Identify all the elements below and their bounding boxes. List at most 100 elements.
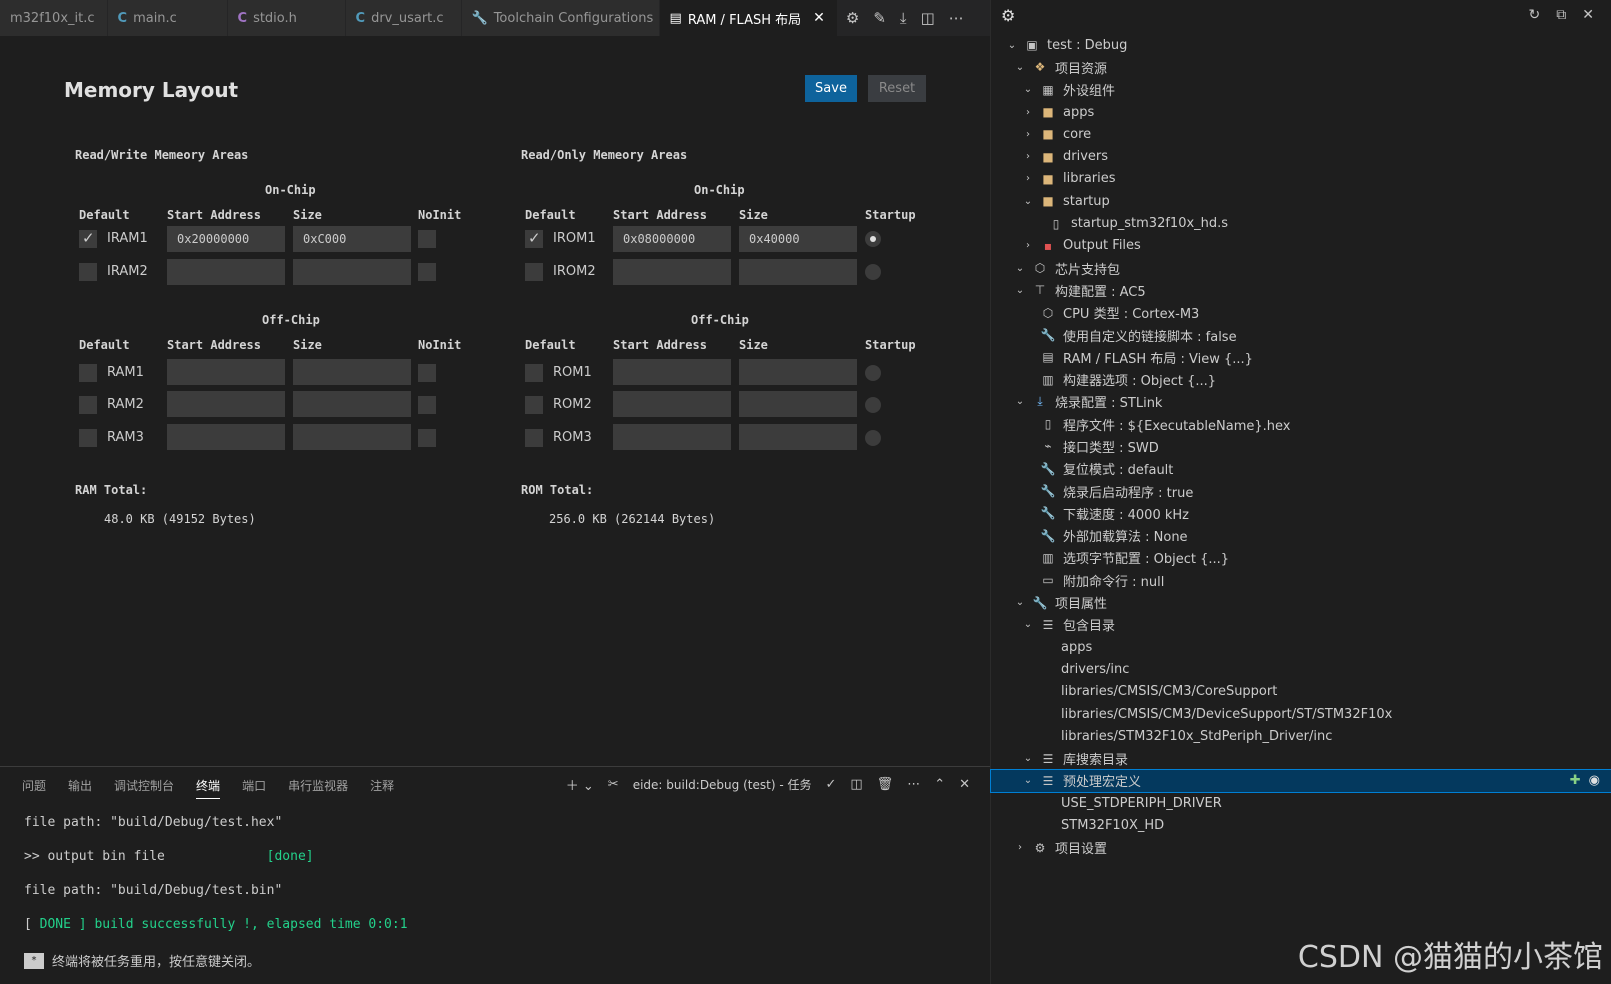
- rom1-start-input[interactable]: [613, 359, 731, 385]
- tree-item[interactable]: ⌄ ■ startup: [991, 190, 1611, 212]
- chevron-down-icon[interactable]: ⌄: [1021, 753, 1035, 764]
- chevron-right-icon[interactable]: ›: [1021, 240, 1035, 251]
- tree-item[interactable]: ▯ 程序文件 : ${ExecutableName}.hex: [991, 413, 1611, 435]
- ram2-size-input[interactable]: [293, 391, 411, 417]
- tab-ram-flash-layout[interactable]: ▤ RAM / FLASH 布局 ✕: [659, 0, 838, 36]
- chevron-down-icon[interactable]: ⌄: [1013, 285, 1027, 296]
- tab-stm32f10x-it[interactable]: m32f10x_it.c: [0, 0, 108, 36]
- tree-item[interactable]: › ▪ Output Files: [991, 235, 1611, 257]
- irom1-default-checkbox[interactable]: [525, 229, 543, 248]
- tab-stdio-h[interactable]: C stdio.h: [227, 0, 346, 36]
- irom1-startup-radio[interactable]: [865, 231, 881, 247]
- irom2-size-input[interactable]: [739, 259, 857, 285]
- ram1-noinit-checkbox[interactable]: [418, 364, 436, 382]
- tree-item[interactable]: ▥ 选项字节配置 : Object {...}: [991, 547, 1611, 569]
- close-icon[interactable]: ✕: [813, 10, 825, 26]
- tree-item[interactable]: libraries/CMSIS/CM3/CoreSupport: [991, 681, 1611, 703]
- iram1-noinit-checkbox[interactable]: [418, 230, 436, 248]
- tree-item[interactable]: ⌄ ⤓ 烧录配置 : STLink: [991, 391, 1611, 413]
- gear-icon[interactable]: ⚙: [1001, 6, 1015, 25]
- rom3-startup-radio[interactable]: [865, 430, 881, 446]
- split-editor-icon[interactable]: ◫: [921, 9, 935, 27]
- close-icon[interactable]: ✕: [959, 777, 970, 792]
- chevron-up-icon[interactable]: ⌃: [934, 777, 945, 792]
- chevron-down-icon[interactable]: ⌄: [1021, 619, 1035, 630]
- tree-item[interactable]: 🔧 烧录后启动程序 : true: [991, 480, 1611, 502]
- tree-item[interactable]: ⌁ 接口类型 : SWD: [991, 435, 1611, 457]
- tree-item[interactable]: › ■ drivers: [991, 145, 1611, 167]
- chevron-right-icon[interactable]: ›: [1013, 842, 1027, 853]
- trash-icon[interactable]: 🗑: [877, 777, 894, 792]
- ram3-start-input[interactable]: [167, 424, 285, 450]
- reset-button[interactable]: Reset: [868, 75, 926, 102]
- tree-item[interactable]: libraries/STM32F10x_StdPeriph_Driver/inc: [991, 725, 1611, 747]
- ram2-default-checkbox[interactable]: [79, 396, 97, 414]
- tree-item[interactable]: › ■ libraries: [991, 168, 1611, 190]
- download-icon[interactable]: ⤓: [900, 9, 907, 27]
- tree-item[interactable]: apps: [991, 636, 1611, 658]
- rom2-default-checkbox[interactable]: [525, 396, 543, 414]
- rom1-startup-radio[interactable]: [865, 365, 881, 381]
- more-icon[interactable]: ⋯: [949, 9, 964, 27]
- refresh-icon[interactable]: ↻: [1529, 7, 1541, 23]
- tree-item[interactable]: ⌄ ☰ 库搜索目录: [991, 748, 1611, 770]
- tree-item[interactable]: ⌄ ☰ 预处理宏定义 ✚ ◉: [990, 768, 1611, 794]
- tree-item[interactable]: ⌄ ▦ 外设组件: [991, 79, 1611, 101]
- tree-item[interactable]: ⌄ ❖ 项目资源: [991, 56, 1611, 78]
- open-workspace-icon[interactable]: ⧉: [1556, 7, 1566, 23]
- iram2-noinit-checkbox[interactable]: [418, 263, 436, 281]
- terminal-task-label[interactable]: eide: build:Debug (test) - 任务: [633, 776, 812, 793]
- iram1-default-checkbox[interactable]: [79, 229, 97, 248]
- panel-tab-ports[interactable]: 端口: [242, 777, 266, 799]
- build-icon[interactable]: ⚙: [846, 9, 859, 27]
- panel-tab-problems[interactable]: 问题: [22, 777, 46, 799]
- chevron-right-icon[interactable]: ›: [1021, 173, 1035, 184]
- rom1-default-checkbox[interactable]: [525, 364, 543, 382]
- more-icon[interactable]: ⋯: [907, 777, 920, 792]
- chevron-down-icon[interactable]: ⌄: [1013, 597, 1027, 608]
- iram2-default-checkbox[interactable]: [79, 263, 97, 281]
- tree-item[interactable]: ▯ startup_stm32f10x_hd.s: [991, 212, 1611, 234]
- irom1-size-input[interactable]: 0x40000: [739, 226, 857, 252]
- iram1-size-input[interactable]: 0xC000: [293, 226, 411, 252]
- ram3-size-input[interactable]: [293, 424, 411, 450]
- iram2-start-input[interactable]: [167, 259, 285, 285]
- ram1-default-checkbox[interactable]: [79, 364, 97, 382]
- tree-item[interactable]: ⌄ ▣ test : Debug: [991, 34, 1611, 56]
- ram1-start-input[interactable]: [167, 359, 285, 385]
- panel-tab-debug-console[interactable]: 调试控制台: [114, 777, 174, 799]
- chevron-down-icon[interactable]: ⌄: [1005, 40, 1019, 51]
- close-icon[interactable]: ✕: [1582, 7, 1594, 23]
- tree-item[interactable]: ⌄ ☰ 包含目录: [991, 614, 1611, 636]
- rom2-startup-radio[interactable]: [865, 397, 881, 413]
- chevron-down-icon[interactable]: ⌄: [1013, 396, 1027, 407]
- irom2-start-input[interactable]: [613, 259, 731, 285]
- rom3-start-input[interactable]: [613, 424, 731, 450]
- rom2-size-input[interactable]: [739, 391, 857, 417]
- tree-item[interactable]: › ■ apps: [991, 101, 1611, 123]
- tree-item[interactable]: › ■ core: [991, 123, 1611, 145]
- tree-item[interactable]: ⌄ ⬡ 芯片支持包: [991, 257, 1611, 279]
- eye-icon[interactable]: ◉: [1589, 773, 1600, 788]
- panel-tab-terminal[interactable]: 终端: [196, 777, 221, 799]
- irom2-startup-radio[interactable]: [865, 264, 881, 280]
- new-terminal-icon[interactable]: ＋ ⌄: [566, 775, 594, 794]
- chevron-down-icon[interactable]: ⌄: [1013, 263, 1027, 274]
- tree-item[interactable]: ▥ 构建器选项 : Object {...}: [991, 368, 1611, 390]
- tree-item[interactable]: 🔧 使用自定义的链接脚本 : false: [991, 324, 1611, 346]
- tree-item[interactable]: ⌄ ⊤ 构建配置 : AC5: [991, 279, 1611, 301]
- ram2-noinit-checkbox[interactable]: [418, 396, 436, 414]
- tab-drv-usart-c[interactable]: C drv_usart.c: [345, 0, 462, 36]
- rom3-default-checkbox[interactable]: [525, 429, 543, 447]
- split-terminal-icon[interactable]: ◫: [850, 777, 862, 792]
- tree-item[interactable]: ▭ 附加命令行 : null: [991, 569, 1611, 591]
- tab-toolchain-configurations[interactable]: 🔧 Toolchain Configurations: [461, 0, 660, 36]
- tree-item[interactable]: 🔧 外部加载算法 : None: [991, 525, 1611, 547]
- ram2-start-input[interactable]: [167, 391, 285, 417]
- add-icon[interactable]: ✚: [1570, 773, 1581, 788]
- tree-item[interactable]: USE_STDPERIPH_DRIVER: [991, 792, 1611, 814]
- rom2-start-input[interactable]: [613, 391, 731, 417]
- save-button[interactable]: Save: [805, 75, 857, 102]
- tree-item[interactable]: ⬡ CPU 类型 : Cortex-M3: [991, 302, 1611, 324]
- ram3-noinit-checkbox[interactable]: [418, 429, 436, 447]
